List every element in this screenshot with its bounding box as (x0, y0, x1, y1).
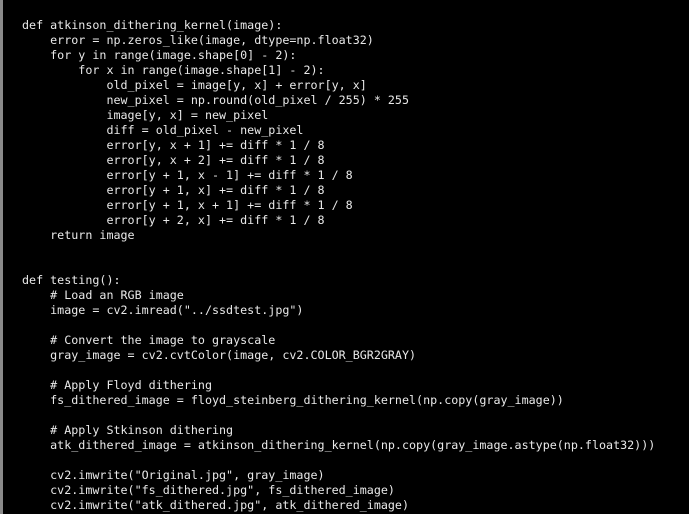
code-line: error[y, x + 2] += diff * 1 / 8 (22, 153, 325, 167)
source-code-block[interactable]: def atkinson_dithering_kernel(image): er… (3, 0, 689, 513)
code-line: error[y + 1, x] += diff * 1 / 8 (22, 183, 325, 197)
code-line: old_pixel = image[y, x] + error[y, x] (22, 78, 367, 92)
code-line: fs_dithered_image = floyd_steinberg_dith… (22, 393, 564, 407)
code-line: error[y + 2, x] += diff * 1 / 8 (22, 213, 325, 227)
code-line: gray_image = cv2.cvtColor(image, cv2.COL… (22, 348, 417, 362)
code-line: # Load an RGB image (22, 288, 184, 302)
code-editor-pane[interactable]: def atkinson_dithering_kernel(image): er… (0, 0, 689, 514)
code-line: error[y, x + 1] += diff * 1 / 8 (22, 138, 325, 152)
code-line: error[y + 1, x - 1] += diff * 1 / 8 (22, 168, 353, 182)
code-line: error[y + 1, x + 1] += diff * 1 / 8 (22, 198, 353, 212)
code-line: # Convert the image to grayscale (22, 333, 276, 347)
code-line: def testing(): (22, 273, 121, 287)
code-line: cv2.imwrite("atk_dithered.jpg", atk_dith… (22, 498, 410, 512)
code-line: def atkinson_dithering_kernel(image): (22, 18, 283, 32)
code-line: return image (22, 228, 135, 242)
code-line: for y in range(image.shape[0] - 2): (22, 48, 297, 62)
code-line: # Apply Stkinson dithering (22, 423, 234, 437)
code-line: image = cv2.imread("../ssdtest.jpg") (22, 303, 304, 317)
code-line: error = np.zeros_like(image, dtype=np.fl… (22, 33, 374, 47)
code-line: for x in range(image.shape[1] - 2): (22, 63, 325, 77)
code-line: cv2.imwrite("Original.jpg", gray_image) (22, 468, 325, 482)
code-line: image[y, x] = new_pixel (22, 108, 269, 122)
code-line: cv2.imwrite("fs_dithered.jpg", fs_dither… (22, 483, 395, 497)
code-line: diff = old_pixel - new_pixel (22, 123, 304, 137)
code-line: new_pixel = np.round(old_pixel / 255) * … (22, 93, 410, 107)
code-line: atk_dithered_image = atkinson_dithering_… (22, 438, 656, 452)
code-line: # Apply Floyd dithering (22, 378, 212, 392)
